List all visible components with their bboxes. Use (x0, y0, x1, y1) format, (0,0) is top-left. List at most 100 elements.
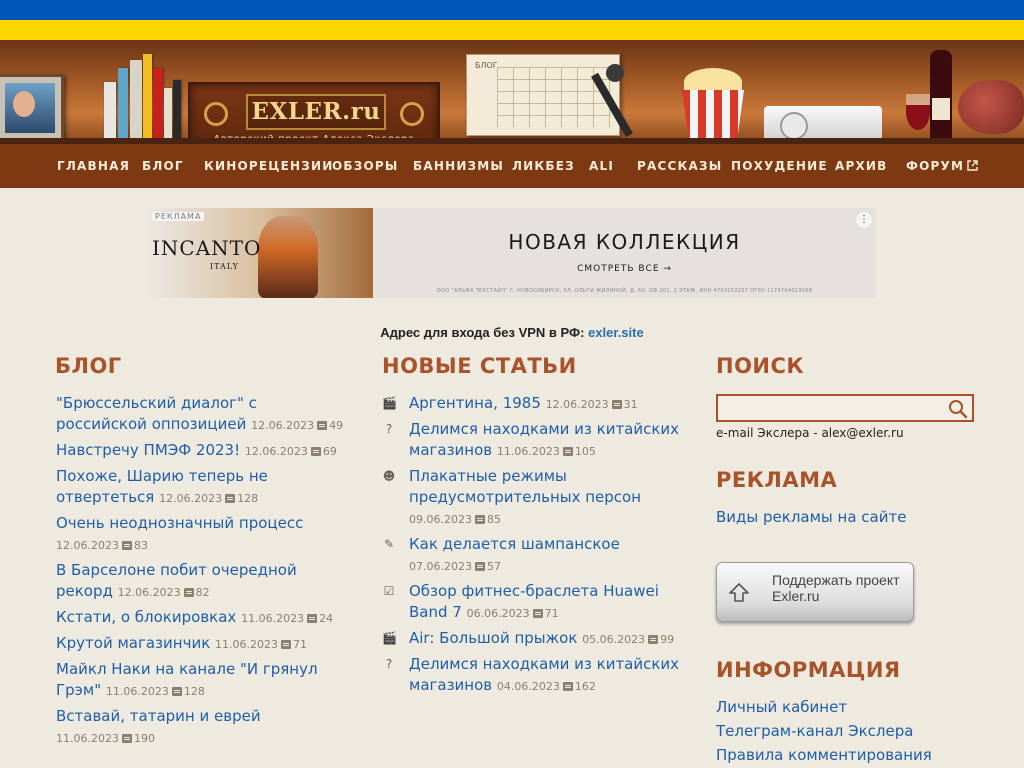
comment-count[interactable]: 83 (134, 539, 148, 552)
ad-model-figure (258, 216, 318, 298)
ad-options-icon[interactable]: ⋮ (856, 212, 872, 228)
nav-home[interactable]: ГЛАВНАЯ (57, 144, 130, 188)
post-meta: 12.06.2023 83 (56, 539, 148, 552)
ad-label: РЕКЛАМА (152, 212, 205, 221)
comment-icon (611, 400, 622, 409)
comment-icon (648, 635, 659, 644)
main-nav: ГЛАВНАЯ БЛОГ КИНОРЕЦЕНЗИИ ОБЗОРЫ БАННИЗМ… (0, 144, 1024, 188)
article-item: ? Делимся находками из китайских магазино… (382, 654, 682, 697)
blog-post: Майкл Наки на канале "И грянул Грэм" 11.… (56, 659, 346, 702)
pencil-icon: ✎ (383, 537, 395, 551)
nav-likbez[interactable]: ЛИКБЕЗ (512, 144, 575, 188)
article-title[interactable]: Air: Большой прыжок (409, 629, 577, 647)
comment-icon (562, 682, 573, 691)
wine-bottle-icon (930, 50, 952, 142)
post-meta: 11.06.2023 71 (215, 638, 307, 651)
comment-rules-link[interactable]: Правила комментирования (716, 746, 932, 764)
comment-count[interactable]: 31 (624, 398, 638, 411)
book-spine (164, 88, 172, 138)
telegram-channel-link[interactable]: Телеграм-канал Экслера (716, 722, 913, 740)
microphone-head (606, 64, 624, 82)
book-spine (104, 82, 116, 138)
nav-blog[interactable]: БЛОГ (142, 144, 184, 188)
post-meta: 06.06.2023 71 (467, 607, 559, 620)
post-date: 09.06.2023 (409, 513, 472, 526)
comment-count[interactable]: 82 (196, 586, 210, 599)
site-logo[interactable]: EXLER.ru Авторский проект Алекса Экслера (188, 82, 440, 144)
support-project-button[interactable]: Поддержать проект Exler.ru (716, 562, 914, 622)
post-meta: 11.06.2023 24 (241, 612, 333, 625)
comment-icon (532, 609, 543, 618)
nav-forum[interactable]: ФОРУМ (906, 159, 964, 173)
comment-count[interactable]: 71 (545, 607, 559, 620)
post-meta: 05.06.2023 99 (582, 633, 674, 646)
book-spine (130, 60, 142, 138)
comment-count[interactable]: 85 (487, 513, 501, 526)
post-date: 04.06.2023 (496, 680, 560, 693)
door-ring-icon (204, 102, 228, 126)
comment-count[interactable]: 105 (575, 445, 596, 458)
article-item: 🎬 Air: Большой прыжок 05.06.2023 99 (382, 628, 682, 650)
nav-weight-loss[interactable]: ПОХУДЕНИЕ (731, 144, 828, 188)
article-title[interactable]: Как делается шампанское (409, 535, 620, 553)
comment-count[interactable]: 128 (237, 492, 258, 505)
blog-post-title[interactable]: "Брюссельский диалог" с российской оппоз… (56, 394, 257, 433)
blog-post: "Брюссельский диалог" с российской оппоз… (56, 393, 346, 436)
blog-post-title[interactable]: Очень неоднозначный процесс (56, 514, 303, 532)
nav-film-reviews[interactable]: КИНОРЕЦЕНЗИИ (204, 144, 333, 188)
smiley-icon: ☻ (382, 469, 396, 483)
author-email[interactable]: e-mail Экслера - alex@exler.ru (716, 426, 904, 440)
comment-count[interactable]: 99 (660, 633, 674, 646)
comment-count[interactable]: 71 (293, 638, 307, 651)
post-date: 12.06.2023 (117, 586, 181, 599)
article-title[interactable]: Аргентина, 1985 (409, 394, 541, 412)
ad-banner[interactable]: РЕКЛАМА INCANTO ITALY НОВАЯ КОЛЛЕКЦИЯ СМ… (148, 208, 876, 298)
post-meta: 07.06.2023 57 (409, 560, 501, 573)
vpn-notice: Адрес для входа без VPN в РФ: exler.site (0, 325, 1024, 340)
blog-heading[interactable]: БЛОГ (55, 354, 122, 378)
question-icon: ? (385, 422, 393, 436)
logo-title: EXLER.ru (246, 94, 386, 130)
comment-count[interactable]: 24 (319, 612, 333, 625)
search-input[interactable] (722, 397, 946, 421)
author-photo-frame (0, 74, 64, 142)
arrow-up-icon (729, 583, 749, 602)
nav-ali[interactable]: ALI (589, 144, 614, 188)
nav-stories[interactable]: РАССКАЗЫ (637, 144, 722, 188)
post-meta: 12.06.2023 82 (118, 586, 210, 599)
flag-stripe-yellow (0, 20, 1024, 40)
nav-bannizmy[interactable]: БАННИЗМЫ (413, 144, 504, 188)
blog-post-title[interactable]: Вставай, татарин и еврей (56, 707, 261, 725)
blog-post-title[interactable]: Кстати, о блокировках (56, 608, 236, 626)
comment-count[interactable]: 190 (134, 732, 155, 745)
post-date: 11.06.2023 (105, 685, 169, 698)
ad-image: РЕКЛАМА INCANTO ITALY (148, 208, 373, 298)
post-date: 06.06.2023 (466, 607, 530, 620)
blog-post-title[interactable]: Навстречу ПМЭФ 2023! (56, 441, 240, 459)
ads-heading: РЕКЛАМА (716, 468, 838, 492)
blog-list: "Брюссельский диалог" с российской оппоз… (56, 393, 346, 753)
ad-cta-link[interactable]: СМОТРЕТЬ ВСЕ → (373, 264, 876, 274)
ad-options-link[interactable]: Виды рекламы на сайте (716, 508, 906, 526)
comment-count[interactable]: 162 (575, 680, 596, 693)
post-date: 07.06.2023 (409, 560, 472, 573)
comment-count[interactable]: 49 (329, 419, 343, 432)
search-icon[interactable] (948, 399, 968, 419)
vpn-mirror-link[interactable]: exler.site (588, 325, 644, 340)
article-item: ? Делимся находками из китайских магазино… (382, 419, 682, 462)
blog-post-title[interactable]: Крутой магазинчик (56, 634, 210, 652)
articles-heading[interactable]: НОВЫЕ СТАТЬИ (382, 354, 577, 378)
nav-reviews[interactable]: ОБЗОРЫ (332, 144, 399, 188)
nav-archive[interactable]: АРХИВ (835, 144, 888, 188)
comment-count[interactable]: 128 (184, 685, 205, 698)
post-meta: 11.06.2023 105 (497, 445, 596, 458)
post-date: 12.06.2023 (244, 445, 308, 458)
blog-post: В Барселоне побит очередной рекорд 12.06… (56, 560, 346, 603)
comment-icon (121, 541, 132, 550)
article-title[interactable]: Плакатные режимы предусмотрительных перс… (409, 467, 641, 506)
personal-account-link[interactable]: Личный кабинет (716, 698, 847, 716)
comment-icon (307, 614, 318, 623)
jamon-icon (958, 80, 1024, 134)
comment-count[interactable]: 57 (487, 560, 501, 573)
comment-count[interactable]: 69 (323, 445, 337, 458)
